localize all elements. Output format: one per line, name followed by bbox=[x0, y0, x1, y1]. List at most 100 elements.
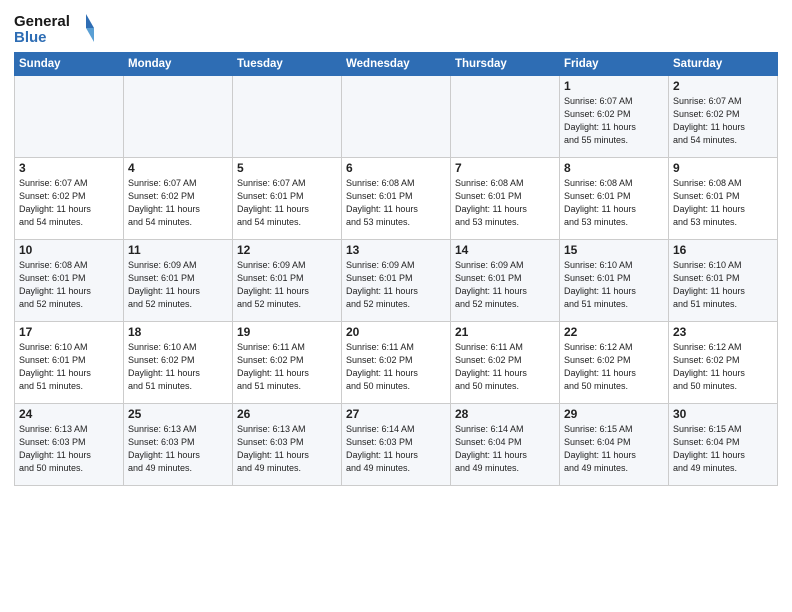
day-number: 23 bbox=[673, 325, 773, 339]
calendar-cell: 12Sunrise: 6:09 AMSunset: 6:01 PMDayligh… bbox=[233, 240, 342, 322]
day-number: 24 bbox=[19, 407, 119, 421]
day-info: Sunrise: 6:12 AMSunset: 6:02 PMDaylight:… bbox=[673, 341, 773, 393]
header: General Blue bbox=[14, 10, 778, 46]
day-info: Sunrise: 6:15 AMSunset: 6:04 PMDaylight:… bbox=[673, 423, 773, 475]
calendar-cell: 9Sunrise: 6:08 AMSunset: 6:01 PMDaylight… bbox=[669, 158, 778, 240]
day-info: Sunrise: 6:13 AMSunset: 6:03 PMDaylight:… bbox=[128, 423, 228, 475]
calendar-cell: 27 Sunrise: 6:14 AMSunset: 6:03 PMDayligh… bbox=[342, 404, 451, 486]
calendar-cell: 14 Sunrise: 6:09 AMSunset: 6:01 PMDayligh… bbox=[451, 240, 560, 322]
day-info: Sunrise: 6:08 AMSunset: 6:01 PMDaylight:… bbox=[19, 259, 119, 311]
day-info: Sunrise: 6:14 AMSunset: 6:03 PMDaylight:… bbox=[346, 423, 446, 475]
calendar-day-header: Tuesday bbox=[233, 53, 342, 76]
day-info: Sunrise: 6:08 AMSunset: 6:01 PMDaylight:… bbox=[346, 177, 446, 229]
calendar-week-row: 17Sunrise: 6:10 AMSunset: 6:01 PMDayligh… bbox=[15, 322, 778, 404]
calendar-cell: 16 Sunrise: 6:10 AMSunset: 6:01 PMDayligh… bbox=[669, 240, 778, 322]
day-info: Sunrise: 6:10 AMSunset: 6:02 PMDaylight:… bbox=[128, 341, 228, 393]
day-info: Sunrise: 6:09 AMSunset: 6:01 PMDaylight:… bbox=[237, 259, 337, 311]
day-number: 11 bbox=[128, 243, 228, 257]
calendar-cell: 6 Sunrise: 6:08 AMSunset: 6:01 PMDaylight… bbox=[342, 158, 451, 240]
calendar-cell: 21 Sunrise: 6:11 AMSunset: 6:02 PMDayligh… bbox=[451, 322, 560, 404]
day-number: 15 bbox=[564, 243, 664, 257]
day-info: Sunrise: 6:07 AMSunset: 6:02 PMDaylight:… bbox=[128, 177, 228, 229]
day-info: Sunrise: 6:07 AMSunset: 6:02 PMDaylight:… bbox=[564, 95, 664, 147]
day-info: Sunrise: 6:07 AMSunset: 6:01 PMDaylight:… bbox=[237, 177, 337, 229]
day-number: 13 bbox=[346, 243, 446, 257]
day-info: Sunrise: 6:14 AMSunset: 6:04 PMDaylight:… bbox=[455, 423, 555, 475]
calendar-cell: 2 Sunrise: 6:07 AMSunset: 6:02 PMDaylight… bbox=[669, 76, 778, 158]
calendar-table: SundayMondayTuesdayWednesdayThursdayFrid… bbox=[14, 52, 778, 486]
day-number: 29 bbox=[564, 407, 664, 421]
calendar-cell: 17Sunrise: 6:10 AMSunset: 6:01 PMDayligh… bbox=[15, 322, 124, 404]
calendar-day-header: Monday bbox=[124, 53, 233, 76]
day-number: 17 bbox=[19, 325, 119, 339]
day-number: 22 bbox=[564, 325, 664, 339]
calendar-cell: 7Sunrise: 6:08 AMSunset: 6:01 PMDaylight… bbox=[451, 158, 560, 240]
day-number: 3 bbox=[19, 161, 119, 175]
page: General Blue SundayMondayTuesdayWednesda… bbox=[0, 0, 792, 612]
day-info: Sunrise: 6:10 AMSunset: 6:01 PMDaylight:… bbox=[673, 259, 773, 311]
calendar-cell: 28 Sunrise: 6:14 AMSunset: 6:04 PMDayligh… bbox=[451, 404, 560, 486]
calendar-cell: 11 Sunrise: 6:09 AMSunset: 6:01 PMDayligh… bbox=[124, 240, 233, 322]
calendar-cell: 23 Sunrise: 6:12 AMSunset: 6:02 PMDayligh… bbox=[669, 322, 778, 404]
calendar-cell bbox=[342, 76, 451, 158]
calendar-day-header: Thursday bbox=[451, 53, 560, 76]
calendar-cell bbox=[233, 76, 342, 158]
day-info: Sunrise: 6:08 AMSunset: 6:01 PMDaylight:… bbox=[564, 177, 664, 229]
day-number: 1 bbox=[564, 79, 664, 93]
day-number: 27 bbox=[346, 407, 446, 421]
calendar-cell: 24Sunrise: 6:13 AMSunset: 6:03 PMDayligh… bbox=[15, 404, 124, 486]
day-number: 7 bbox=[455, 161, 555, 175]
calendar-cell: 25 Sunrise: 6:13 AMSunset: 6:03 PMDayligh… bbox=[124, 404, 233, 486]
calendar-cell: 15 Sunrise: 6:10 AMSunset: 6:01 PMDayligh… bbox=[560, 240, 669, 322]
calendar-cell: 20 Sunrise: 6:11 AMSunset: 6:02 PMDayligh… bbox=[342, 322, 451, 404]
day-number: 14 bbox=[455, 243, 555, 257]
calendar-cell: 29 Sunrise: 6:15 AMSunset: 6:04 PMDayligh… bbox=[560, 404, 669, 486]
day-info: Sunrise: 6:09 AMSunset: 6:01 PMDaylight:… bbox=[128, 259, 228, 311]
day-number: 2 bbox=[673, 79, 773, 93]
calendar-cell: 13 Sunrise: 6:09 AMSunset: 6:01 PMDayligh… bbox=[342, 240, 451, 322]
calendar-header-row: SundayMondayTuesdayWednesdayThursdayFrid… bbox=[15, 53, 778, 76]
calendar-cell: 18 Sunrise: 6:10 AMSunset: 6:02 PMDayligh… bbox=[124, 322, 233, 404]
day-number: 30 bbox=[673, 407, 773, 421]
logo-svg: General Blue bbox=[14, 10, 94, 46]
calendar-day-header: Wednesday bbox=[342, 53, 451, 76]
day-info: Sunrise: 6:11 AMSunset: 6:02 PMDaylight:… bbox=[237, 341, 337, 393]
calendar-cell: 3 Sunrise: 6:07 AMSunset: 6:02 PMDaylight… bbox=[15, 158, 124, 240]
day-info: Sunrise: 6:08 AMSunset: 6:01 PMDaylight:… bbox=[673, 177, 773, 229]
day-number: 28 bbox=[455, 407, 555, 421]
calendar-cell: 1 Sunrise: 6:07 AMSunset: 6:02 PMDaylight… bbox=[560, 76, 669, 158]
calendar-cell bbox=[15, 76, 124, 158]
day-number: 6 bbox=[346, 161, 446, 175]
logo: General Blue bbox=[14, 10, 94, 46]
calendar-week-row: 10Sunrise: 6:08 AMSunset: 6:01 PMDayligh… bbox=[15, 240, 778, 322]
day-number: 8 bbox=[564, 161, 664, 175]
day-number: 5 bbox=[237, 161, 337, 175]
day-number: 19 bbox=[237, 325, 337, 339]
day-info: Sunrise: 6:10 AMSunset: 6:01 PMDaylight:… bbox=[564, 259, 664, 311]
day-number: 20 bbox=[346, 325, 446, 339]
day-number: 25 bbox=[128, 407, 228, 421]
svg-text:Blue: Blue bbox=[14, 29, 47, 46]
svg-text:General: General bbox=[14, 13, 70, 30]
day-number: 21 bbox=[455, 325, 555, 339]
calendar-day-header: Sunday bbox=[15, 53, 124, 76]
day-info: Sunrise: 6:09 AMSunset: 6:01 PMDaylight:… bbox=[455, 259, 555, 311]
day-number: 26 bbox=[237, 407, 337, 421]
calendar-cell bbox=[451, 76, 560, 158]
day-info: Sunrise: 6:09 AMSunset: 6:01 PMDaylight:… bbox=[346, 259, 446, 311]
calendar-week-row: 3 Sunrise: 6:07 AMSunset: 6:02 PMDaylight… bbox=[15, 158, 778, 240]
day-number: 4 bbox=[128, 161, 228, 175]
calendar-cell: 5 Sunrise: 6:07 AMSunset: 6:01 PMDaylight… bbox=[233, 158, 342, 240]
day-info: Sunrise: 6:11 AMSunset: 6:02 PMDaylight:… bbox=[346, 341, 446, 393]
calendar-cell: 4 Sunrise: 6:07 AMSunset: 6:02 PMDaylight… bbox=[124, 158, 233, 240]
day-number: 16 bbox=[673, 243, 773, 257]
calendar-week-row: 24 Sunrise: 6:13 AMSunset: 6:03 PMDayligh… bbox=[15, 404, 778, 486]
day-info: Sunrise: 6:07 AMSunset: 6:02 PMDaylight:… bbox=[673, 95, 773, 147]
day-number: 18 bbox=[128, 325, 228, 339]
calendar-cell: 10Sunrise: 6:08 AMSunset: 6:01 PMDayligh… bbox=[15, 240, 124, 322]
calendar-cell: 26Sunrise: 6:13 AMSunset: 6:03 PMDayligh… bbox=[233, 404, 342, 486]
day-info: Sunrise: 6:11 AMSunset: 6:02 PMDaylight:… bbox=[455, 341, 555, 393]
day-info: Sunrise: 6:15 AMSunset: 6:04 PMDaylight:… bbox=[564, 423, 664, 475]
day-info: Sunrise: 6:07 AMSunset: 6:02 PMDaylight:… bbox=[19, 177, 119, 229]
calendar-cell bbox=[124, 76, 233, 158]
